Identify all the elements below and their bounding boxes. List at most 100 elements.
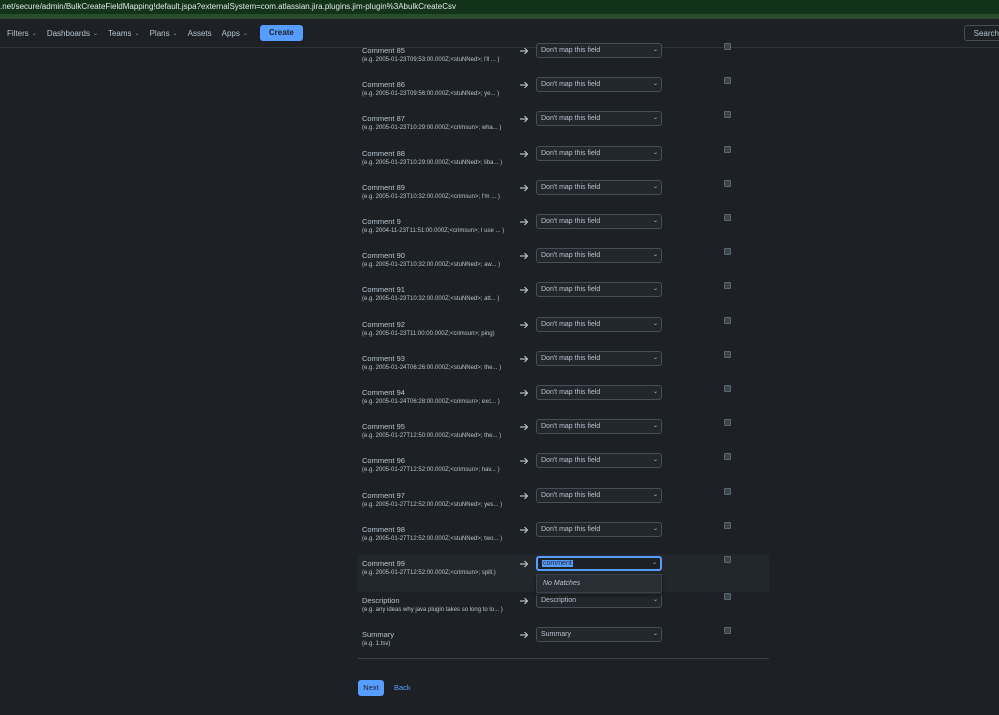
field-mapping-select[interactable]: Don't map this field ⌄ [536, 385, 662, 400]
csv-field-example: (e.g. 2005-01-27T12:52:00.000Z;<stuNNed>… [362, 501, 503, 508]
next-button[interactable]: Next [358, 680, 384, 696]
nav-item-teams[interactable]: Teams ⌄ [108, 19, 140, 47]
field-mapping-select[interactable]: Don't map this field ⌄ [536, 145, 662, 161]
map-values-checkbox[interactable] [724, 385, 731, 392]
url-text[interactable]: .net/secure/admin/BulkCreateFieldMapping… [0, 2, 456, 11]
csv-field-example: (e.g. 2005-01-24T06:26:00.000Z;<stuNNed>… [362, 364, 502, 371]
chevron-down-icon: ⌄ [134, 30, 140, 37]
select-value: Don't map this field [541, 423, 601, 431]
select-value: Don't map this field [541, 218, 601, 225]
field-mapping-select[interactable]: Description ⌄ [536, 593, 662, 608]
map-values-checkbox[interactable] [724, 627, 731, 634]
map-values-checkbox[interactable] [724, 179, 731, 187]
footer-divider [358, 658, 769, 659]
search-placeholder: Search [973, 28, 999, 38]
back-link[interactable]: Back [394, 680, 411, 696]
nav-item-dashboards[interactable]: Dashboards ⌄ [47, 19, 98, 47]
nav-item-apps[interactable]: Apps ⌄ [222, 19, 248, 47]
select-value: comment [542, 560, 573, 567]
arrow-right-icon [520, 115, 529, 123]
csv-field-example: (e.g. 2005-01-27T12:52:00.000Z;<stuNNed>… [362, 535, 503, 542]
csv-field-name: Description [362, 596, 400, 605]
search-icon [969, 32, 970, 34]
arrow-right-icon [520, 597, 529, 605]
field-mapping-select[interactable]: Don't map this field ⌄ [536, 248, 662, 264]
csv-field-example: (e.g. 2005-01-23T10:29:00.000Z;<crimsun>… [362, 125, 502, 132]
nav-item-plans[interactable]: Plans ⌄ [150, 19, 178, 47]
field-mapping-select[interactable]: Don't map this field ⌄ [536, 43, 662, 58]
select-value: Don't map this field [541, 491, 601, 499]
map-values-checkbox[interactable] [724, 111, 731, 119]
field-mapping-select[interactable]: Don't map this field ⌄ [536, 453, 662, 469]
chevron-down-icon: ⌄ [652, 47, 658, 53]
csv-field-name: Comment 96 [362, 456, 405, 466]
map-values-checkbox[interactable] [724, 350, 731, 358]
map-values-checkbox[interactable] [724, 593, 731, 600]
arrow-right-icon [520, 631, 529, 639]
select-value: Don't map this field [541, 47, 601, 54]
select-value: Don't map this field [541, 252, 601, 260]
chevron-down-icon: ⌄ [652, 423, 658, 430]
arrow-right-icon [520, 560, 529, 568]
nav-item-label: Assets [187, 28, 212, 38]
map-values-checkbox[interactable] [724, 248, 731, 256]
nav-items: Filters ⌄ Dashboards ⌄ Teams ⌄ Plans ⌄ Assets App… [0, 19, 258, 47]
field-mapping-select[interactable]: Don't map this field ⌄ [536, 111, 662, 127]
field-mapping-select[interactable]: Don't map this field ⌄ [536, 214, 662, 229]
map-values-checkbox[interactable] [724, 282, 731, 290]
field-mapping-select[interactable]: Don't map this field ⌄ [536, 77, 662, 93]
map-values-checkbox[interactable] [724, 77, 731, 85]
map-values-checkbox[interactable] [724, 487, 731, 495]
map-values-checkbox[interactable] [724, 316, 731, 324]
field-mapping-select[interactable]: Don't map this field ⌄ [536, 521, 662, 537]
chevron-down-icon: ⌄ [651, 560, 657, 566]
chevron-down-icon: ⌄ [31, 30, 37, 37]
select-value: Don't map this field [541, 389, 601, 396]
arrow-right-icon [520, 218, 529, 226]
search-input[interactable]: Search [964, 25, 999, 41]
csv-field-example: (e.g. 2005-01-23T10:32:00.000Z;<crimsun>… [362, 193, 500, 200]
nav-item-filters[interactable]: Filters ⌄ [7, 19, 37, 47]
field-mapping-select[interactable]: Don't map this field ⌄ [536, 179, 662, 195]
arrow-right-icon [520, 81, 529, 89]
csv-field-example: (e.g. 2005-01-23T09:56:00.000Z;<stuNNed>… [362, 91, 500, 98]
field-mapping-select[interactable]: Don't map this field ⌄ [536, 282, 662, 298]
select-value: Don't map this field [541, 81, 601, 89]
chevron-down-icon: ⌄ [652, 389, 658, 395]
chevron-down-icon: ⌄ [652, 252, 658, 259]
chevron-down-icon: ⌄ [652, 597, 658, 603]
top-navigation: Filters ⌄ Dashboards ⌄ Teams ⌄ Plans ⌄ Assets App… [0, 19, 999, 48]
csv-field-name: Comment 98 [362, 524, 405, 534]
chevron-down-icon: ⌄ [652, 491, 658, 498]
csv-field-example: (e.g. 2005-01-23T10:32:00.000Z;<stuNNed>… [362, 296, 500, 303]
csv-field-name: Comment 90 [362, 251, 405, 261]
map-values-checkbox[interactable] [724, 419, 731, 427]
field-mapping-select[interactable]: Summary ⌄ [536, 627, 662, 642]
map-values-checkbox[interactable] [724, 556, 731, 563]
field-mapping-select[interactable]: Don't map this field ⌄ [536, 487, 662, 503]
field-mapping-select[interactable]: Don't map this field ⌄ [536, 350, 662, 366]
map-values-checkbox[interactable] [724, 43, 731, 50]
chevron-down-icon: ⌄ [172, 30, 178, 37]
csv-field-example: (e.g. 2005-01-27T12:52:00.000Z;<crimsun>… [362, 467, 500, 474]
csv-field-example: (e.g. 1.tsv) [362, 641, 391, 647]
nav-item-label: Teams [107, 28, 132, 38]
arrow-right-icon [520, 423, 529, 431]
chevron-down-icon: ⌄ [242, 30, 248, 37]
map-values-checkbox[interactable] [724, 521, 731, 529]
map-values-checkbox[interactable] [724, 145, 731, 153]
field-mapping-select[interactable]: Don't map this field ⌄ [536, 419, 662, 435]
map-values-checkbox[interactable] [724, 453, 731, 461]
chevron-down-icon: ⌄ [652, 115, 658, 122]
csv-field-example: (e.g. 2005-01-27T12:52:00.000Z;<crimsun>… [362, 570, 496, 576]
csv-field-example: (e.g. 2005-01-23T09:53:00.000Z;<stuNNed>… [362, 57, 500, 63]
arrow-right-icon [520, 492, 529, 500]
field-mapping-select-active[interactable]: comment ⌄ [536, 556, 662, 571]
chevron-down-icon: ⌄ [652, 320, 658, 327]
nav-item-assets[interactable]: Assets [188, 19, 212, 47]
map-values-checkbox[interactable] [724, 214, 731, 221]
create-button[interactable]: Create [259, 25, 303, 41]
chevron-down-icon: ⌄ [92, 30, 98, 37]
nav-item-label: Apps [221, 28, 240, 38]
field-mapping-select[interactable]: Don't map this field ⌄ [536, 316, 662, 332]
